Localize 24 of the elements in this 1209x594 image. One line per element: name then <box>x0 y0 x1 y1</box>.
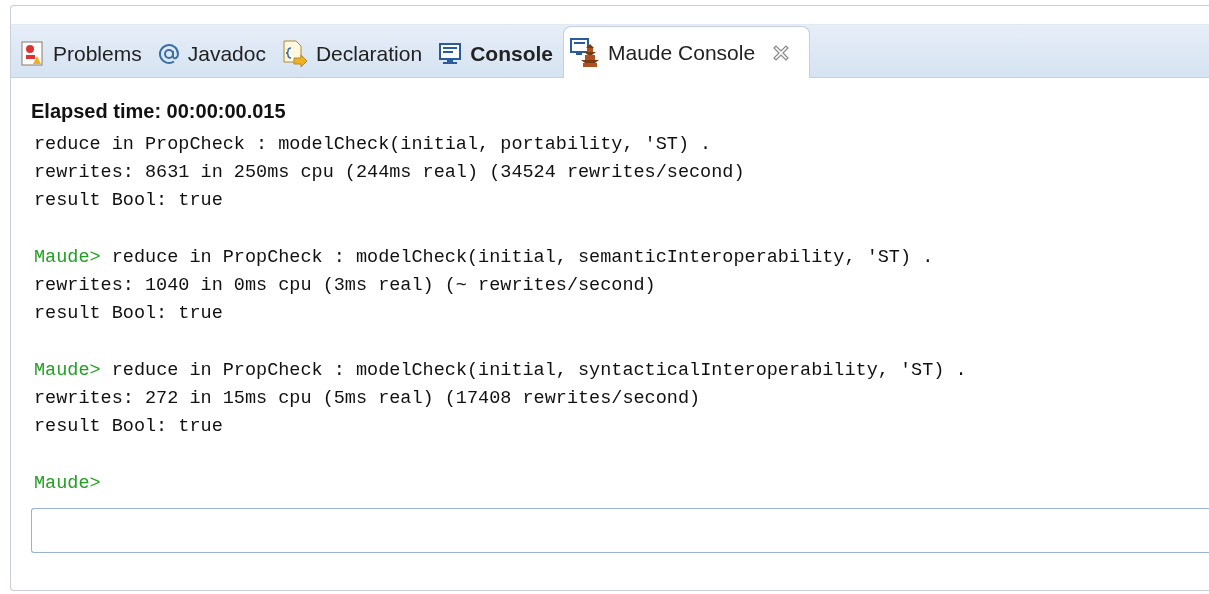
console-output-line: rewrites: 1040 in 0ms cpu (3ms real) (~ rewrites/second) <box>34 275 656 296</box>
input-field[interactable] <box>31 508 1209 553</box>
view-tab[interactable]: Console <box>432 31 563 77</box>
console-output-line: rewrites: 8631 in 250ms cpu (244ms real) (34524 rewrites/second) <box>34 162 745 183</box>
console-output-line: reduce in PropCheck : modelCheck(initial, syntacticalInteroperability, 'ST) . <box>111 360 967 381</box>
console-output-line: reduce in PropCheck : modelCheck(initial, portability, 'ST) . <box>34 134 712 155</box>
alert-document-icon <box>21 41 45 67</box>
console-output-line: rewrites: 272 in 15ms cpu (5ms real) (17408 rewrites/second) <box>34 388 701 409</box>
console-output-line: result Bool: true <box>34 303 223 324</box>
console-output-line: reduce in PropCheck : modelCheck(initial, semanticInteroperability, 'ST) . <box>111 247 934 268</box>
at-sign-icon <box>157 43 180 65</box>
view-tab[interactable]: Maude Console <box>563 26 811 78</box>
console-prompt: Maude> <box>34 247 101 268</box>
console-output-line: result Bool: true <box>34 190 223 211</box>
monitor-pagoda-icon <box>570 37 600 68</box>
monitor-icon <box>438 42 463 66</box>
elapsed-time-heading: Elapsed time: 00:00:00.015 <box>31 100 286 123</box>
document-arrow-icon <box>281 40 308 68</box>
console-output-line: result Bool: true <box>34 416 223 437</box>
console-prompt: Maude> <box>34 473 101 494</box>
view-tab[interactable]: Problems <box>15 31 152 77</box>
view-tab[interactable]: Declaration <box>275 31 433 77</box>
view-tab[interactable]: Javadoc <box>151 31 276 77</box>
console-prompt: Maude> <box>34 360 101 381</box>
